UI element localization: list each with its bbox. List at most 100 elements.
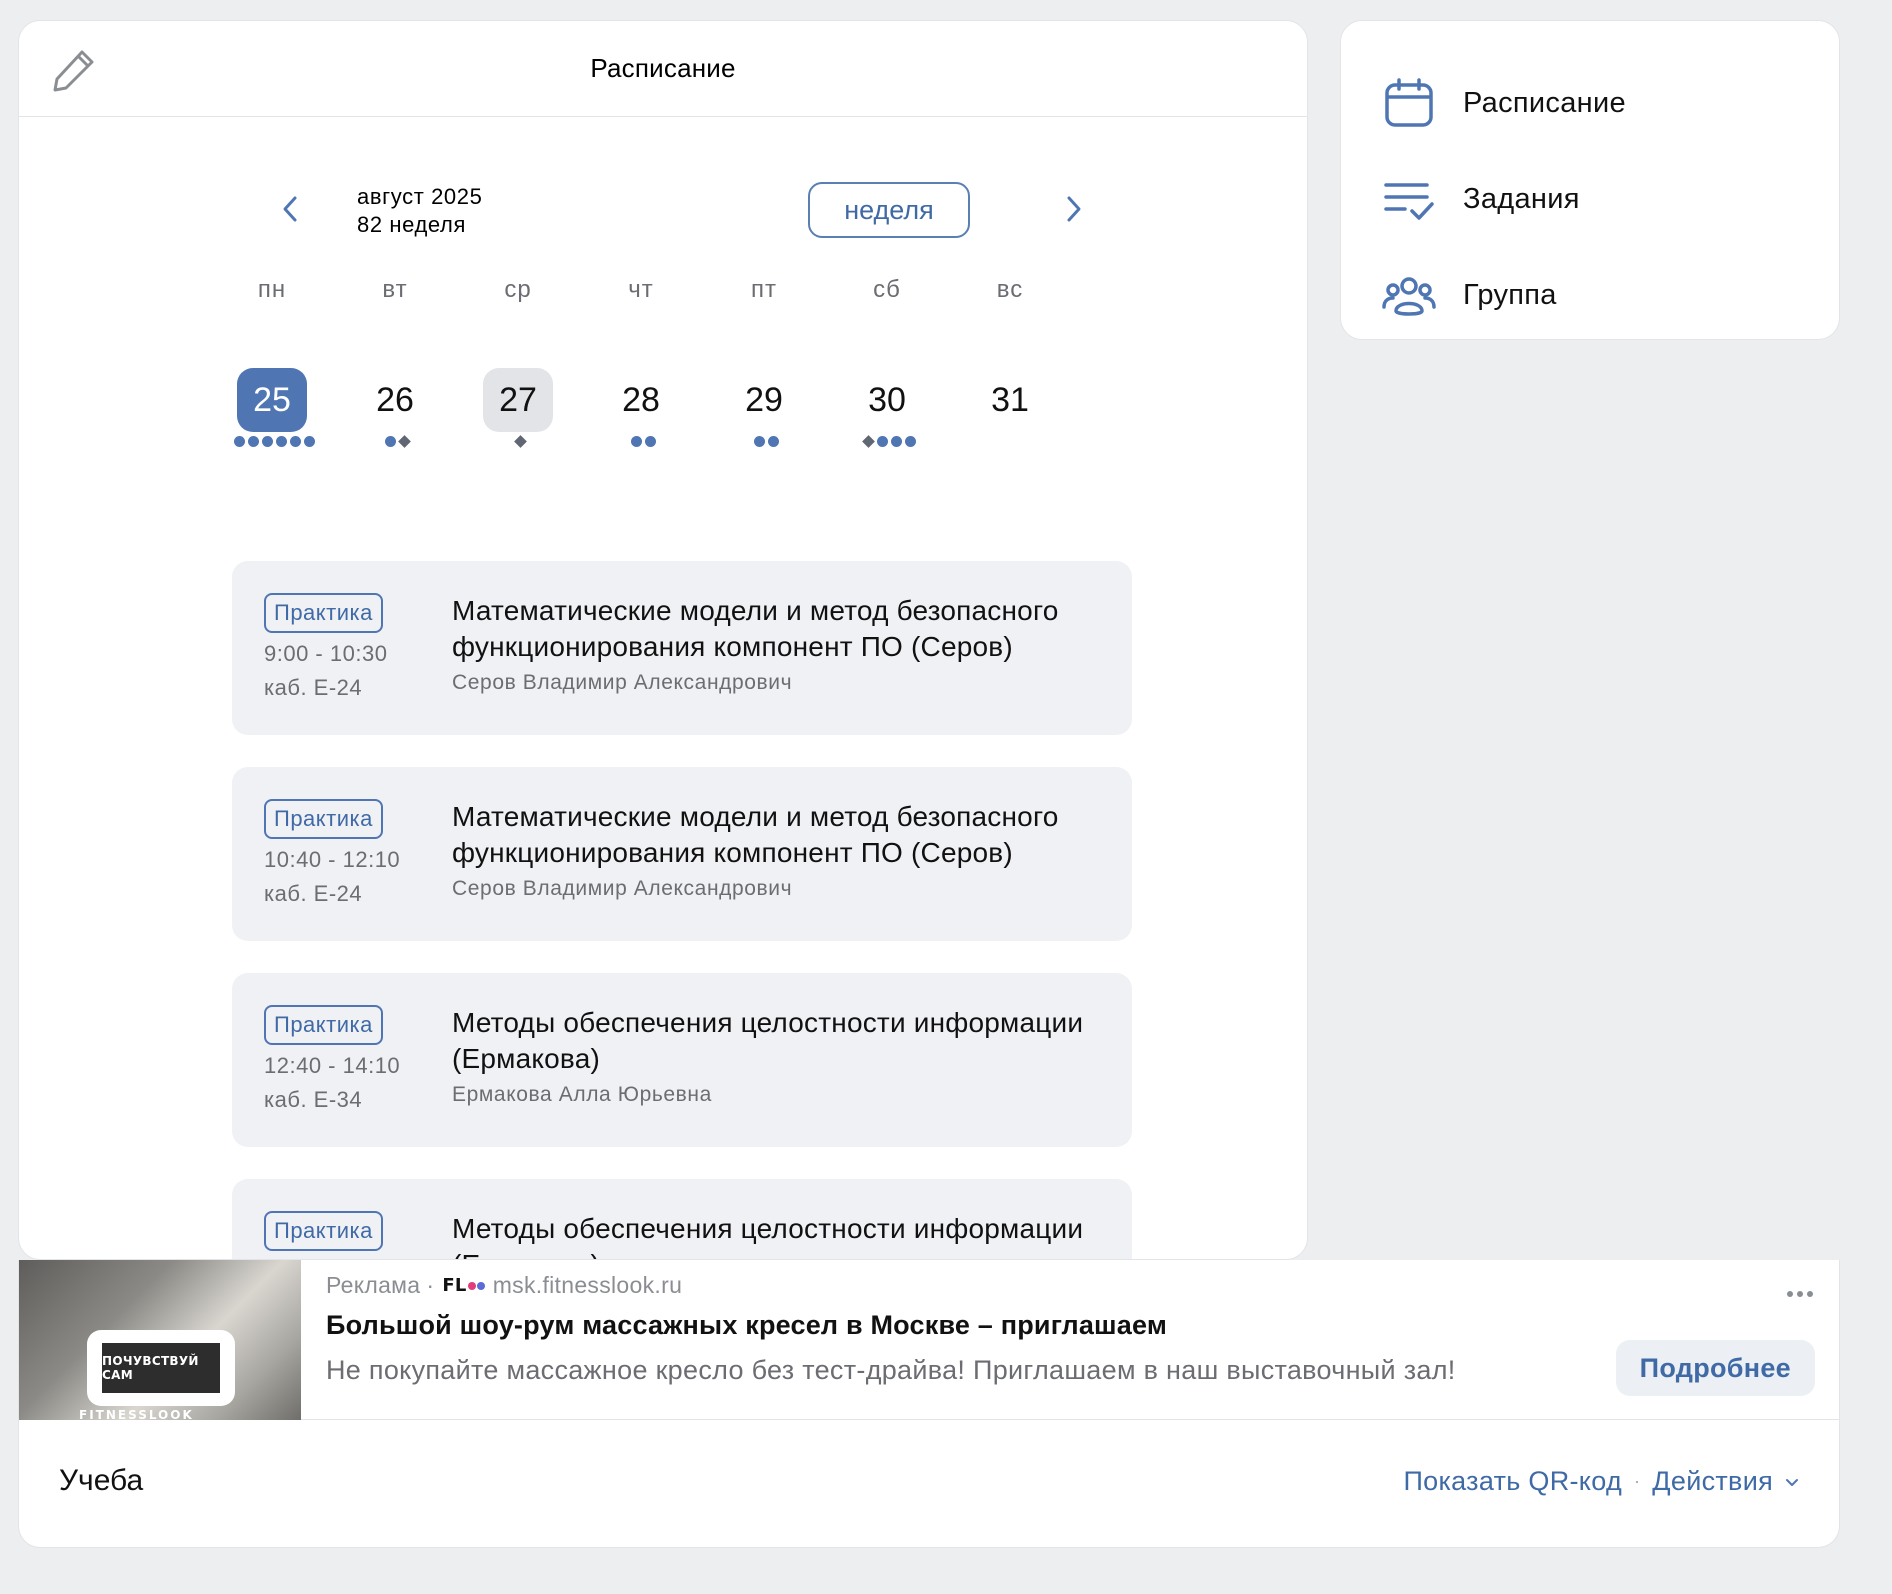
chevron-right-icon — [1067, 196, 1081, 222]
sidebar-item-label: Группа — [1463, 278, 1557, 311]
lesson-room: каб. Е-34 — [264, 1087, 363, 1112]
lesson-type-badge: Практика — [264, 1005, 383, 1045]
footer-separator: · — [1634, 1471, 1641, 1491]
prev-week-button[interactable] — [271, 189, 311, 229]
sidebar-item-label: Расписание — [1463, 86, 1626, 119]
sidebar-item-group[interactable]: Группа — [1381, 265, 1801, 325]
ad-label: Реклама — [326, 1272, 421, 1298]
footer-actions: Показать QR-код · Действия — [1403, 1466, 1801, 1497]
weekday-label: ср — [504, 276, 532, 303]
event-dot-marker — [384, 436, 396, 447]
lesson-card[interactable]: Практика 9:00 - 10:30 каб. Е-24 Математичес… — [232, 561, 1132, 735]
pencil-icon — [53, 50, 94, 92]
actions-label: Действия — [1652, 1466, 1773, 1496]
lesson-card[interactable]: Практика14:20 - 15:50Методы обеспечения … — [232, 1179, 1132, 1259]
event-dot-marker — [289, 436, 301, 447]
group-icon — [1381, 267, 1437, 323]
lesson-teacher: Ермакова Алла Юрьевна — [452, 1083, 712, 1106]
lesson-room: каб. Е-24 — [264, 881, 363, 906]
event-dot-marker — [233, 436, 245, 447]
schedule-card: Расписание август 2025 82 неделя неделя … — [18, 20, 1308, 1260]
ad-meta: Реклама · FL msk.fitnesslook.ru — [326, 1272, 682, 1299]
ad-more-button[interactable]: Подробнее — [1615, 1340, 1815, 1396]
day-number: 25 — [237, 368, 307, 432]
day-cell[interactable]: 26 — [355, 368, 435, 478]
lesson-room: каб. Е-24 — [264, 675, 363, 700]
lesson-type-badge: Практика — [264, 593, 383, 633]
sidebar-item-label: Задания — [1463, 182, 1580, 215]
ad-image-text: ПОЧУВСТВУЙ САМ — [102, 1343, 220, 1393]
day-cell[interactable]: 27 — [478, 368, 558, 478]
day-cell[interactable]: 30 — [847, 368, 927, 478]
weekday-label: вс — [996, 276, 1024, 303]
advertiser-logo: FL — [442, 1275, 485, 1296]
event-diamond-marker — [397, 435, 411, 448]
day-number: 29 — [745, 380, 783, 419]
day-cell[interactable]: 31 — [970, 368, 1050, 478]
footer-title: Учеба — [59, 1464, 144, 1497]
event-dot-marker — [767, 436, 779, 447]
calendar-icon — [1381, 75, 1437, 131]
show-qr-link[interactable]: Показать QR-код — [1403, 1466, 1622, 1497]
ad-image-frame: ПОЧУВСТВУЙ САМ — [87, 1330, 235, 1406]
day-cell[interactable]: 29 — [724, 368, 804, 478]
day-number: 28 — [622, 380, 660, 419]
day-number: 26 — [376, 380, 414, 419]
page-title: Расписание — [590, 53, 736, 83]
lesson-card[interactable]: Практика 10:40 - 12:10 каб. Е-24 Математиче… — [232, 767, 1132, 941]
event-markers — [355, 435, 439, 448]
ad-banner: ПОЧУВСТВУЙ САМ FITNESSLOOK Реклама · FL … — [19, 1260, 1839, 1420]
event-dot-marker — [303, 436, 315, 447]
ad-image[interactable]: ПОЧУВСТВУЙ САМ FITNESSLOOK — [19, 1260, 301, 1420]
actions-dropdown[interactable]: Действия — [1652, 1466, 1773, 1497]
event-dot-marker — [261, 436, 273, 447]
ad-more-icon[interactable] — [1783, 1284, 1817, 1304]
lesson-time: 10:40 - 12:10 — [264, 847, 401, 872]
event-markers — [847, 435, 931, 448]
day-number: 30 — [868, 380, 906, 419]
day-cell[interactable]: 28 — [601, 368, 681, 478]
advertiser-logo-text: FL — [442, 1275, 467, 1296]
lesson-title: Математические модели и метод безопасног… — [452, 801, 1059, 868]
next-week-button[interactable] — [1053, 189, 1093, 229]
event-diamond-marker — [861, 435, 875, 448]
ad-domain-link[interactable]: msk.fitnesslook.ru — [493, 1272, 682, 1299]
ad-description: Не покупайте массажное кресло без тест-д… — [326, 1355, 1456, 1385]
ad-title[interactable]: Большой шоу-рум массажных кресел в Москв… — [326, 1310, 1167, 1341]
month-label: август 2025 — [357, 184, 483, 209]
weekday-label: чт — [628, 276, 654, 303]
edit-button[interactable] — [49, 45, 99, 95]
lesson-time: 12:40 - 14:10 — [264, 1053, 401, 1078]
event-dot-marker — [275, 436, 287, 447]
lesson-teacher: Серов Владимир Александрович — [452, 877, 793, 900]
lesson-list: Практика 9:00 - 10:30 каб. Е-24 Математичес… — [232, 561, 1132, 1259]
lesson-title: Методы обеспечения целостности информаци… — [452, 1007, 1084, 1074]
lesson-teacher: Серов Владимир Александрович — [452, 671, 793, 694]
lesson-card[interactable]: Практика 12:40 - 14:10 каб. Е-34 Методы обе… — [232, 973, 1132, 1147]
schedule-header: Расписание — [19, 21, 1307, 117]
lesson-title: Математические модели и метод безопасног… — [452, 595, 1059, 662]
day-number: 31 — [991, 380, 1029, 419]
event-markers — [232, 436, 316, 447]
event-dot-marker — [247, 436, 259, 447]
weekday-label: пт — [751, 276, 777, 303]
bottom-panel: ПОЧУВСТВУЙ САМ FITNESSLOOK Реклама · FL … — [18, 1260, 1840, 1548]
sidebar-item-schedule[interactable]: Расписание — [1381, 73, 1801, 133]
event-dot-marker — [630, 436, 642, 447]
month-week-label: август 2025 82 неделя — [357, 183, 482, 239]
view-mode-button[interactable]: неделя — [808, 182, 970, 238]
sidebar-item-tasks[interactable]: Задания — [1381, 169, 1801, 229]
day-cell[interactable]: 25 — [232, 368, 315, 478]
weekday-label: пн — [257, 276, 287, 303]
weekday-label: вт — [382, 276, 408, 303]
event-markers — [478, 435, 562, 448]
lesson-time: 9:00 - 10:30 — [264, 641, 388, 666]
week-number-label: 82 неделя — [357, 212, 466, 237]
event-dot-marker — [904, 436, 916, 447]
event-dot-marker — [876, 436, 888, 447]
chevron-down-icon — [1786, 1478, 1798, 1486]
lesson-type-badge: Практика — [264, 1211, 383, 1251]
ad-image-brand: FITNESSLOOK — [79, 1408, 194, 1420]
lesson-type-badge: Практика — [264, 799, 383, 839]
lesson-title: Методы обеспечения целостности информаци… — [452, 1213, 1084, 1259]
